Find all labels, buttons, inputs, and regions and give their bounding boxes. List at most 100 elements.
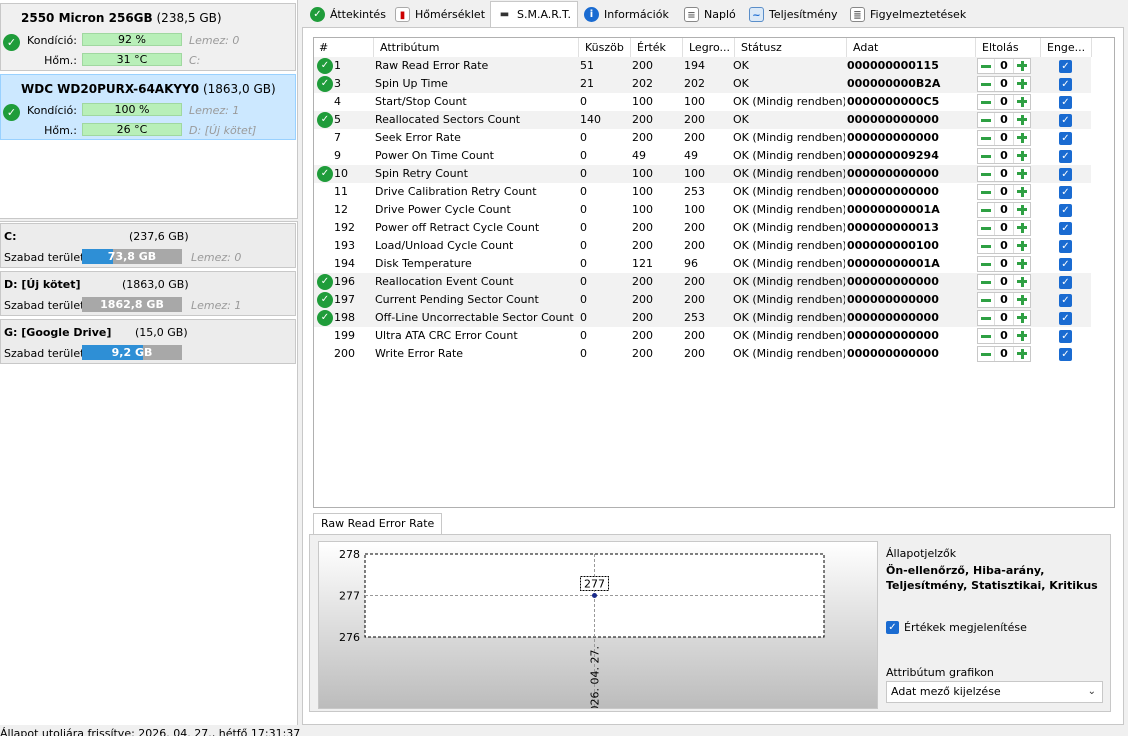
- tab-overview[interactable]: ✓ Áttekintés: [304, 2, 392, 26]
- drive-item-2[interactable]: WDC WD20PURX-64AKYY0 (1863,0 GB) ✓ Kondí…: [0, 74, 296, 140]
- minus-icon[interactable]: [978, 293, 994, 307]
- enable-checkbox[interactable]: ✓: [1059, 204, 1072, 217]
- table-row[interactable]: 7 Seek Error Rate 0 200 200 OK (Mindig rendbe…: [314, 129, 1091, 147]
- tab-smart[interactable]: ▬ S.M.A.R.T.: [490, 1, 578, 27]
- minus-icon[interactable]: [978, 311, 994, 325]
- minus-icon[interactable]: [978, 149, 994, 163]
- table-row[interactable]: 194 Disk Temperature 0 121 96 OK (Mindig rend…: [314, 255, 1091, 273]
- tab-information[interactable]: i Információk: [578, 2, 675, 26]
- offset-value[interactable]: 0: [994, 185, 1014, 199]
- offset-stepper[interactable]: 0: [977, 202, 1031, 218]
- table-row[interactable]: 199 Ultra ATA CRC Error Count 0 200 200 OK (M…: [314, 327, 1091, 345]
- offset-value[interactable]: 0: [994, 239, 1014, 253]
- offset-value[interactable]: 0: [994, 257, 1014, 271]
- tab-log[interactable]: ≡ Napló: [678, 2, 742, 26]
- offset-stepper[interactable]: 0: [977, 238, 1031, 254]
- panel-splitter[interactable]: [0, 218, 298, 222]
- partition-item-c[interactable]: C: (237,6 GB) Szabad terület 73,8 GB Lem…: [0, 223, 296, 268]
- col-header[interactable]: Attribútum: [375, 38, 579, 57]
- enable-checkbox[interactable]: ✓: [1059, 186, 1072, 199]
- offset-value[interactable]: 0: [994, 59, 1014, 73]
- plus-icon[interactable]: [1014, 275, 1030, 289]
- minus-icon[interactable]: [978, 203, 994, 217]
- plus-icon[interactable]: [1014, 221, 1030, 235]
- plus-icon[interactable]: [1014, 59, 1030, 73]
- minus-icon[interactable]: [978, 347, 994, 361]
- offset-value[interactable]: 0: [994, 167, 1014, 181]
- table-row[interactable]: ✓ 5 Reallocated Sectors Count 140 200 200 OK 00…: [314, 111, 1091, 129]
- enable-checkbox[interactable]: ✓: [1059, 348, 1072, 361]
- enable-checkbox[interactable]: ✓: [1059, 114, 1072, 127]
- checkbox-checked-icon[interactable]: ✓: [886, 621, 899, 634]
- table-row[interactable]: ✓ 10 Spin Retry Count 0 100 100 OK (Mindig ren…: [314, 165, 1091, 183]
- plus-icon[interactable]: [1014, 131, 1030, 145]
- offset-stepper[interactable]: 0: [977, 130, 1031, 146]
- partition-item-g[interactable]: G: [Google Drive] (15,0 GB) Szabad terül…: [0, 319, 296, 364]
- offset-value[interactable]: 0: [994, 131, 1014, 145]
- minus-icon[interactable]: [978, 59, 994, 73]
- minus-icon[interactable]: [978, 257, 994, 271]
- enable-checkbox[interactable]: ✓: [1059, 258, 1072, 271]
- minus-icon[interactable]: [978, 77, 994, 91]
- offset-stepper[interactable]: 0: [977, 292, 1031, 308]
- plus-icon[interactable]: [1014, 257, 1030, 271]
- table-row[interactable]: 9 Power On Time Count 0 49 49 OK (Mindig rend…: [314, 147, 1091, 165]
- col-header[interactable]: #: [314, 38, 374, 57]
- partition-item-d[interactable]: D: [Új kötet] (1863,0 GB) Szabad terület…: [0, 271, 296, 316]
- offset-stepper[interactable]: 0: [977, 184, 1031, 200]
- col-header[interactable]: Legro...: [684, 38, 735, 57]
- table-row[interactable]: ✓ 197 Current Pending Sector Count 0 200 200 O…: [314, 291, 1091, 309]
- table-row[interactable]: ✓ 3 Spin Up Time 21 202 202 OK 000000000B2A 0 ✓: [314, 75, 1091, 93]
- table-row[interactable]: 11 Drive Calibration Retry Count 0 100 253 OK…: [314, 183, 1091, 201]
- enable-checkbox[interactable]: ✓: [1059, 240, 1072, 253]
- offset-value[interactable]: 0: [994, 77, 1014, 91]
- offset-stepper[interactable]: 0: [977, 112, 1031, 128]
- plus-icon[interactable]: [1014, 293, 1030, 307]
- offset-stepper[interactable]: 0: [977, 274, 1031, 290]
- plus-icon[interactable]: [1014, 113, 1030, 127]
- offset-value[interactable]: 0: [994, 293, 1014, 307]
- tab-attribute-chart[interactable]: Raw Read Error Rate: [313, 513, 443, 535]
- plus-icon[interactable]: [1014, 239, 1030, 253]
- plus-icon[interactable]: [1014, 185, 1030, 199]
- col-header[interactable]: Küszöb: [580, 38, 631, 57]
- offset-value[interactable]: 0: [994, 203, 1014, 217]
- offset-stepper[interactable]: 0: [977, 58, 1031, 74]
- offset-stepper[interactable]: 0: [977, 220, 1031, 236]
- offset-value[interactable]: 0: [994, 311, 1014, 325]
- plus-icon[interactable]: [1014, 95, 1030, 109]
- drive-item-1[interactable]: 2550 Micron 256GB (238,5 GB) ✓ Kondíció:…: [0, 3, 296, 71]
- offset-value[interactable]: 0: [994, 275, 1014, 289]
- offset-value[interactable]: 0: [994, 113, 1014, 127]
- offset-stepper[interactable]: 0: [977, 346, 1031, 362]
- table-row[interactable]: ✓ 196 Reallocation Event Count 0 200 200 OK (M…: [314, 273, 1091, 291]
- offset-stepper[interactable]: 0: [977, 148, 1031, 164]
- enable-checkbox[interactable]: ✓: [1059, 294, 1072, 307]
- col-header[interactable]: Adat: [848, 38, 976, 57]
- plus-icon[interactable]: [1014, 347, 1030, 361]
- enable-checkbox[interactable]: ✓: [1059, 312, 1072, 325]
- table-row[interactable]: 200 Write Error Rate 0 200 200 OK (Mindig ren…: [314, 345, 1091, 363]
- minus-icon[interactable]: [978, 113, 994, 127]
- minus-icon[interactable]: [978, 239, 994, 253]
- table-row[interactable]: ✓ 1 Raw Read Error Rate 51 200 194 OK 000000000…: [314, 57, 1091, 75]
- col-header[interactable]: Eltolás: [977, 38, 1041, 57]
- table-row[interactable]: ✓ 198 Off-Line Uncorrectable Sector Count 0…: [314, 309, 1091, 327]
- minus-icon[interactable]: [978, 131, 994, 145]
- offset-stepper[interactable]: 0: [977, 328, 1031, 344]
- plus-icon[interactable]: [1014, 203, 1030, 217]
- minus-icon[interactable]: [978, 95, 994, 109]
- offset-value[interactable]: 0: [994, 347, 1014, 361]
- minus-icon[interactable]: [978, 167, 994, 181]
- table-row[interactable]: 192 Power off Retract Cycle Count 0 200 200 O…: [314, 219, 1091, 237]
- enable-checkbox[interactable]: ✓: [1059, 78, 1072, 91]
- offset-value[interactable]: 0: [994, 95, 1014, 109]
- col-header[interactable]: Enge...: [1042, 38, 1092, 57]
- offset-stepper[interactable]: 0: [977, 166, 1031, 182]
- col-header[interactable]: Státusz: [736, 38, 847, 57]
- offset-value[interactable]: 0: [994, 149, 1014, 163]
- enable-checkbox[interactable]: ✓: [1059, 132, 1072, 145]
- enable-checkbox[interactable]: ✓: [1059, 276, 1072, 289]
- offset-value[interactable]: 0: [994, 329, 1014, 343]
- show-values-toggle[interactable]: ✓ Értékek megjelenítése: [886, 621, 1027, 634]
